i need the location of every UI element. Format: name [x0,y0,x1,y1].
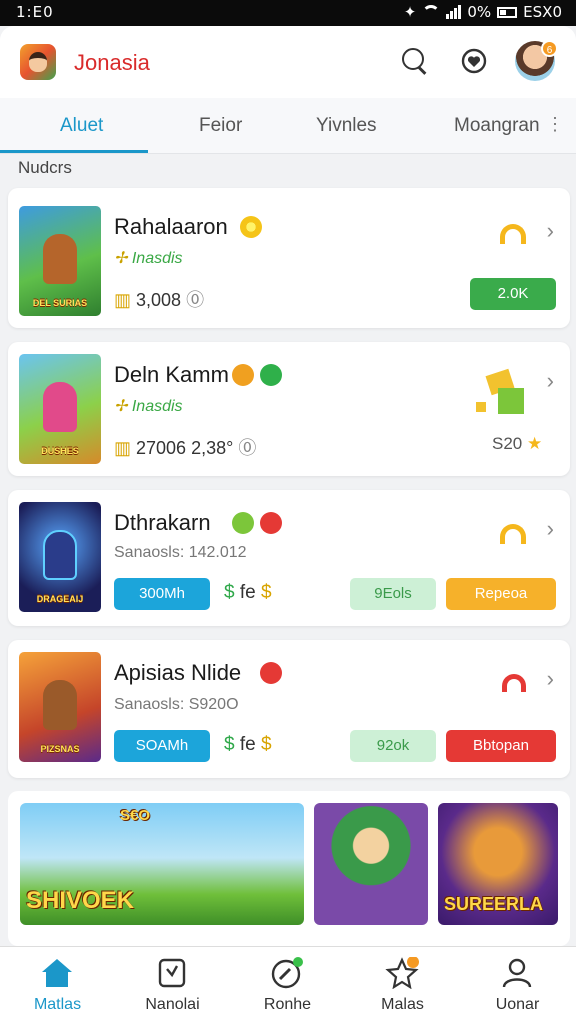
game-title[interactable]: Apisias Nlide [114,660,241,686]
cube-icon [476,368,524,414]
app-bar: Jonasia 6 [0,26,576,98]
featured-tile[interactable]: SUREERLA [438,803,558,925]
tab-moangran[interactable]: Moangran [454,115,540,137]
chevron-right-icon[interactable]: › [547,516,554,542]
chevron-right-icon[interactable]: › [547,218,554,244]
rating-icons: $ fe $ [224,582,272,603]
sun-icon [240,216,262,238]
bottom-nav: Matlas Nanolai Ronhe Malas Uonar [0,946,576,1024]
app-logo-icon[interactable] [20,44,56,80]
heart-icon[interactable] [460,48,488,76]
wifi-badge-icon [500,524,526,544]
game-thumbnail[interactable]: PIZSNAS [19,652,101,762]
play-button[interactable]: SOAMh [114,730,210,762]
app-title: Jonasia [74,50,150,75]
signal-icon [446,5,462,19]
action-button[interactable]: Repeoa [446,578,556,610]
featured-tile[interactable]: SHIVOEK S€O [20,803,304,925]
active-tab-indicator [0,150,148,153]
nav-profile[interactable]: Uonar [460,947,575,1024]
action-button[interactable]: Bbtopan [446,730,556,762]
home-icon [42,959,72,987]
status-extra: ESX0 [523,3,562,21]
game-thumbnail[interactable]: DUSHES [19,354,101,464]
secondary-button[interactable]: 9Eols [350,578,436,610]
game-subtitle: ✢ Inasdis [114,250,183,267]
nav-categories[interactable]: Nanolai [115,947,230,1024]
check-icon [260,364,282,386]
featured-tile[interactable] [314,803,428,925]
game-card[interactable]: PIZSNAS Apisias Nlide Sanaosls: S920O SO… [8,640,570,778]
status-time: 1:E0 [16,3,54,21]
section-label: Nudcrs [18,158,72,177]
game-subtitle: Sanaosls: 142.012 [114,544,247,561]
trophy-icon: ▥ [114,438,137,458]
game-title[interactable]: Dthrakarn [114,510,211,536]
rating-icons: $ fe $ [224,734,272,755]
game-title[interactable]: Rahalaaron [114,214,228,240]
tab-yivnles[interactable]: Yivnles [316,115,377,137]
chevron-right-icon[interactable]: › [547,368,554,394]
tab-bar: Aluet Feior Yivnles Moangran ⋮ [0,98,576,154]
battery-icon [497,6,518,18]
game-card[interactable]: DEL SURIAS Rahalaaron ✢ Inasdis ▥ 3,008 … [8,188,570,328]
notification-badge: 6 [541,40,558,57]
tab-aluet[interactable]: Aluet [60,115,103,137]
red-badge-icon [260,512,282,534]
status-bar: 1:E0 ✦ 0% ESX0 [0,0,576,26]
game-subtitle: Sanaosls: S920O [114,696,239,713]
red-badge-icon [260,662,282,684]
trophy-icon: ▥ [114,290,137,310]
game-meta: ▥ 27006 2,38° ⓪ [114,438,257,458]
nav-rewards[interactable]: Malas [345,947,460,1024]
game-meta: ▥ 3,008 ⓪ [114,290,205,310]
wifi-icon [422,5,441,19]
wifi-badge-icon [502,674,526,692]
status-icons: ✦ 0% ESX0 [404,3,562,21]
game-card[interactable]: DUSHES Deln Kamm ✢ Inasdis ▥ 27006 2,38°… [8,342,570,476]
emoji-icon [232,364,254,386]
secondary-button[interactable]: 92ok [350,730,436,762]
leaf-icon [232,512,254,534]
user-icon [502,958,532,988]
game-thumbnail[interactable]: DRAGEAIJ [19,502,101,612]
game-card[interactable]: DRAGEAIJ Dthrakarn Sanaosls: 142.012 300… [8,490,570,626]
star-badge-icon [385,957,419,989]
chevron-right-icon[interactable]: › [547,666,554,692]
bluetooth-icon: ✦ [403,3,417,21]
tab-more-icon[interactable]: ⋮ [546,114,564,135]
banner-badge: S€O [120,807,151,824]
play-button[interactable]: 300Mh [114,578,210,610]
wifi-badge-icon [500,224,526,244]
tag-icon [158,958,186,988]
nav-home[interactable]: Matlas [0,947,115,1024]
search-icon[interactable] [402,48,428,74]
game-thumbnail[interactable]: DEL SURIAS [19,206,101,316]
featured-banner: SHIVOEK S€O SUREERLA [8,791,570,946]
game-subtitle: ✢ Inasdis [114,398,183,415]
compass-icon [271,957,303,989]
battery-percent: 0% [467,3,492,21]
game-title[interactable]: Deln Kamm [114,362,229,388]
info-icon: ⓪ [186,290,205,310]
tab-feior[interactable]: Feior [199,115,242,137]
download-button[interactable]: 2.0K [470,278,556,310]
price-label: S20 ★ [492,434,543,453]
nav-discover[interactable]: Ronhe [230,947,345,1024]
star-icon: ★ [526,434,543,453]
info-icon: ⓪ [238,438,257,458]
